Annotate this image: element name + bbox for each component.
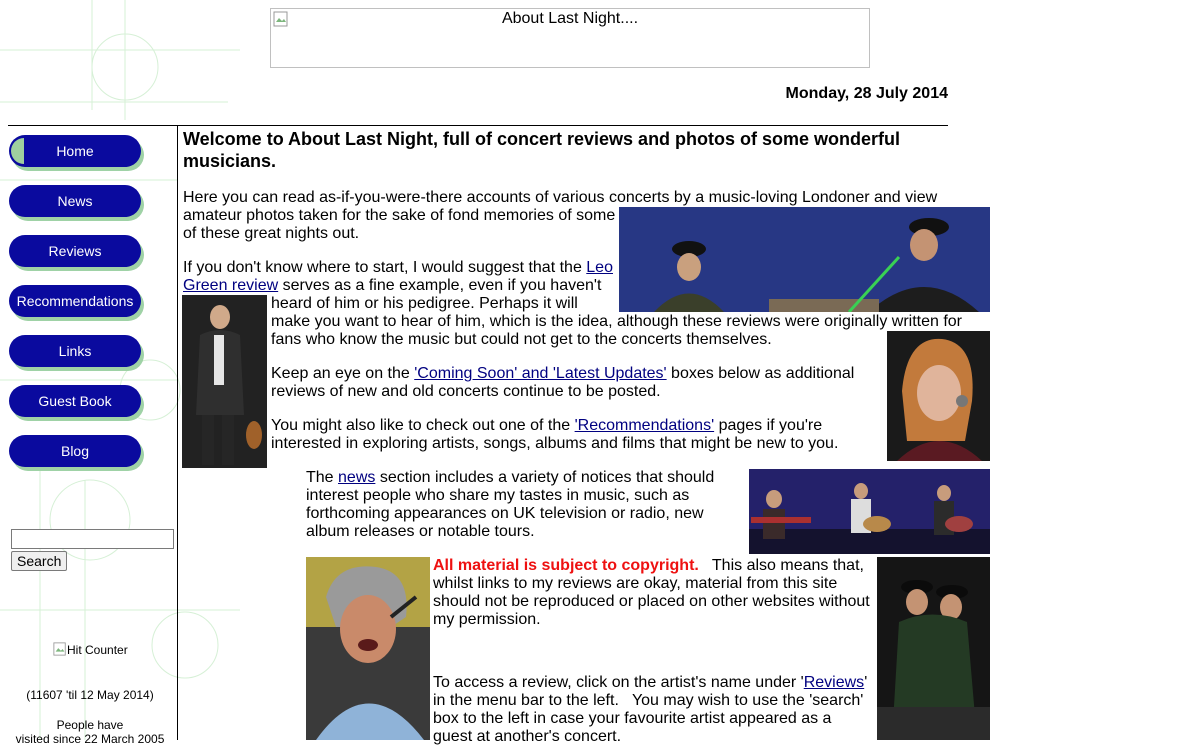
concert-photo-female-singer bbox=[887, 331, 990, 461]
start-text-2: serves as a fine example, even if you ha… bbox=[278, 277, 602, 294]
access-line-4: guest at another's concert. bbox=[433, 728, 622, 745]
nav-news-label: News bbox=[57, 193, 93, 209]
site-banner: About Last Night.... bbox=[270, 8, 870, 68]
search-form: Search bbox=[11, 529, 174, 571]
broken-image-icon bbox=[53, 642, 66, 656]
broken-image-icon bbox=[273, 11, 288, 27]
news-line-3: forthcoming appearances on UK television… bbox=[306, 505, 704, 522]
nav-links-button[interactable]: Links bbox=[9, 335, 141, 367]
page-headline: Welcome to About Last Night, full of con… bbox=[183, 129, 901, 171]
recs-line-1: You might also like to check out one of … bbox=[271, 417, 822, 435]
concert-photo-two-men-hats bbox=[877, 557, 990, 740]
news-line-4: album releases or notable tours. bbox=[306, 523, 535, 540]
counter-note: (11607 'til 12 May 2014) bbox=[26, 688, 154, 702]
nav-reviews-label: Reviews bbox=[48, 243, 102, 259]
concert-photo-band-stage bbox=[749, 469, 990, 554]
intro-line-3: of these great nights out. bbox=[183, 225, 360, 242]
recs-text-2: pages if you're bbox=[714, 417, 823, 434]
hit-counter-alt-text: Hit Counter bbox=[67, 643, 128, 657]
access-line-2: in the menu bar to the left. You may wis… bbox=[433, 692, 864, 709]
active-page-indicator-icon bbox=[11, 138, 37, 164]
news-link[interactable]: news bbox=[338, 469, 375, 486]
current-date: Monday, 28 July 2014 bbox=[785, 85, 948, 102]
keep-line-2: reviews of new and old concerts continue… bbox=[271, 383, 661, 400]
news-line-1: The news section includes a variety of n… bbox=[306, 469, 714, 487]
start-line-1: If you don't know where to start, I woul… bbox=[183, 259, 613, 277]
nav-blog-button[interactable]: Blog bbox=[9, 435, 141, 467]
visitors-line-1: People have bbox=[56, 718, 124, 732]
start-line-4: make you want to hear of him, which is t… bbox=[271, 313, 963, 330]
access-line-3: box to the left in case your favourite a… bbox=[433, 710, 832, 727]
nav-blog-label: Blog bbox=[60, 443, 90, 459]
news-text-1: The bbox=[306, 469, 339, 486]
concert-photo-leo-green bbox=[182, 295, 267, 468]
nav-reviews-button[interactable]: Reviews bbox=[9, 235, 141, 267]
visitors-line-2: visited since 22 March 2005 bbox=[15, 732, 165, 746]
coming-soon-latest-updates-link[interactable]: 'Coming Soon' and 'Latest Updates' bbox=[414, 365, 666, 382]
copyright-line-4: my permission. bbox=[433, 611, 541, 628]
sidebar-divider bbox=[177, 125, 178, 740]
recommendations-link[interactable]: 'Recommendations' bbox=[575, 417, 715, 434]
nav-guest-book-button[interactable]: Guest Book bbox=[9, 385, 141, 417]
start-text-1: If you don't know where to start, I woul… bbox=[183, 259, 587, 276]
nav-links-label: Links bbox=[58, 343, 92, 359]
nav-guest-book-label: Guest Book bbox=[38, 393, 112, 409]
nav-home-label: Home bbox=[56, 143, 94, 159]
concert-photo-two-singers bbox=[619, 207, 990, 312]
search-input[interactable] bbox=[11, 529, 174, 549]
keep-text-1: Keep an eye on the bbox=[271, 365, 415, 382]
intro-line-2: amateur photos taken for the sake of fon… bbox=[183, 207, 616, 224]
leo-green-review-link-part2[interactable]: Green review bbox=[183, 277, 278, 294]
copyright-line-1: All material is subject to copyright. Th… bbox=[433, 557, 864, 575]
keep-line-1: Keep an eye on the 'Coming Soon' and 'La… bbox=[271, 365, 854, 383]
copyright-text-1: This also means that, bbox=[698, 557, 864, 574]
reviews-link[interactable]: Reviews bbox=[804, 674, 864, 691]
news-text-2: section includes a variety of notices th… bbox=[375, 469, 715, 486]
access-line-1: To access a review, click on the artist'… bbox=[433, 674, 867, 692]
nav-recommendations-button[interactable]: Recommendations bbox=[9, 285, 141, 317]
access-text-1: To access a review, click on the artist'… bbox=[433, 674, 804, 691]
header-divider bbox=[8, 125, 948, 126]
sidebar-nav: Home News Reviews Recommendations Links … bbox=[9, 135, 141, 485]
copyright-line-3: should not be reproduced or placed on ot… bbox=[433, 593, 870, 610]
access-text-2: ' bbox=[864, 674, 868, 691]
keep-text-2: boxes below as additional bbox=[666, 365, 855, 382]
concert-photo-grey-haired-singer bbox=[306, 557, 430, 740]
start-line-5: fans who know the music but could not ge… bbox=[271, 331, 772, 348]
nav-home-button[interactable]: Home bbox=[9, 135, 141, 167]
banner-alt-text: About Last Night.... bbox=[501, 10, 639, 27]
recs-text-1: You might also like to check out one of … bbox=[271, 417, 575, 434]
copyright-notice: All material is subject to copyright. bbox=[433, 557, 699, 574]
intro-line-1: Here you can read as-if-you-were-there a… bbox=[183, 189, 938, 206]
search-button[interactable]: Search bbox=[11, 551, 68, 571]
copyright-line-2: whilst links to my reviews are okay, mat… bbox=[433, 575, 838, 592]
news-line-2: interest people who share my tastes in m… bbox=[306, 487, 690, 504]
leo-green-review-link-part1[interactable]: Leo bbox=[586, 259, 613, 276]
nav-news-button[interactable]: News bbox=[9, 185, 141, 217]
nav-recommendations-label: Recommendations bbox=[16, 293, 134, 309]
recs-line-2: interested in exploring artists, songs, … bbox=[271, 435, 839, 452]
start-line-2: Green review serves as a fine example, e… bbox=[183, 277, 601, 295]
start-line-3: heard of him or his pedigree. Perhaps it… bbox=[271, 295, 578, 312]
hit-counter: Hit Counter bbox=[53, 642, 128, 657]
